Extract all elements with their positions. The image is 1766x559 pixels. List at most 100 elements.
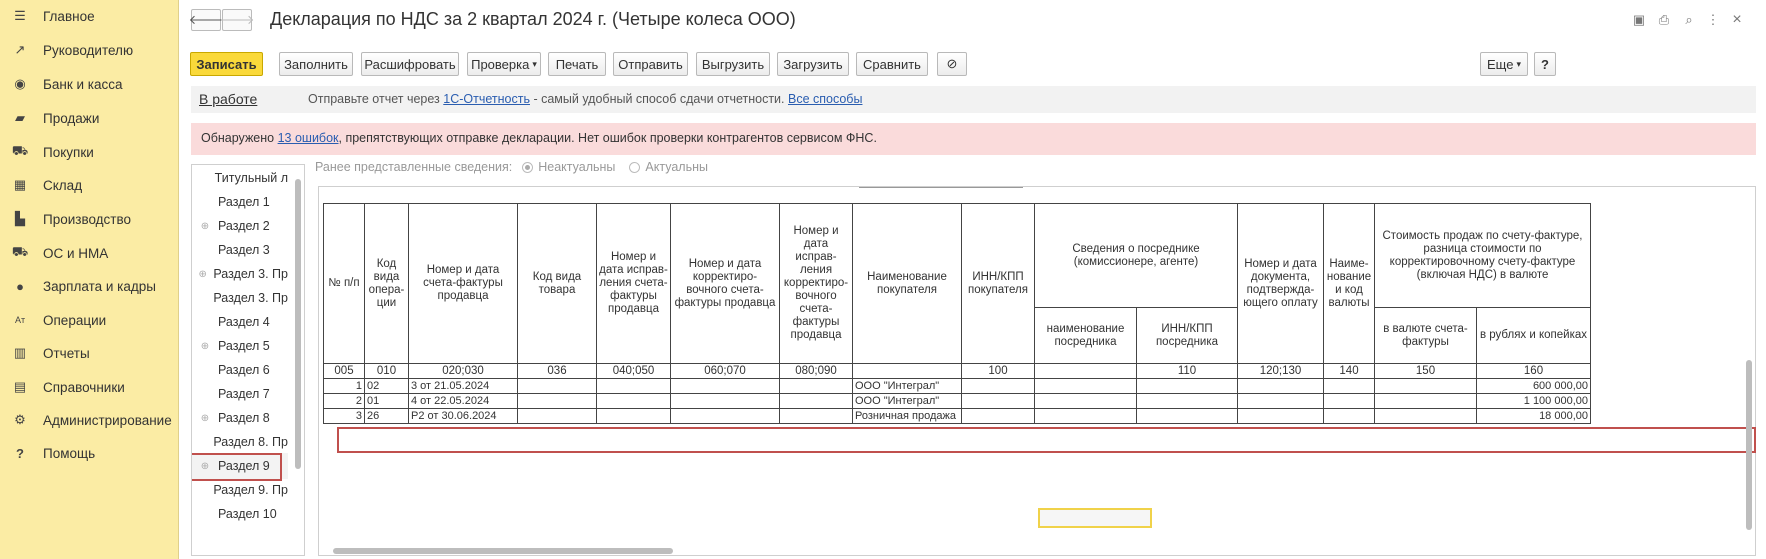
horizontal-scrollbar[interactable] xyxy=(323,547,1747,554)
scroll-thumb[interactable] xyxy=(295,179,301,469)
cell-num[interactable]: 2 xyxy=(323,393,365,409)
section-item[interactable]: Раздел 1 xyxy=(192,189,288,215)
expand-icon[interactable]: ⊕ xyxy=(192,221,218,232)
more-vertical-icon[interactable]: ⋮ xyxy=(1703,10,1723,30)
cell-op[interactable]: 01 xyxy=(364,393,409,409)
sidebar-item-payroll[interactable]: ● Зарплата и кадры xyxy=(0,271,178,301)
cell[interactable] xyxy=(1034,408,1137,424)
cell-rub[interactable]: 1 100 000,00 xyxy=(1476,393,1591,409)
section-item[interactable]: ⊕ Раздел 3. Пр xyxy=(192,261,288,287)
send-button[interactable]: Отправить xyxy=(613,52,688,76)
sidebar-item-manager[interactable]: ↗ Руководителю xyxy=(0,35,178,65)
sections-scrollbar[interactable] xyxy=(294,169,302,551)
scroll-thumb[interactable] xyxy=(1746,360,1752,530)
cell[interactable] xyxy=(670,393,780,409)
sidebar-item-reports[interactable]: ▥ Отчеты xyxy=(0,338,178,368)
cell-buyer[interactable]: ООО "Интеграл" xyxy=(852,378,962,394)
expand-icon[interactable]: ⊕ xyxy=(192,341,218,352)
radio-actual[interactable] xyxy=(629,161,641,173)
cell-invoice[interactable]: Р2 от 30.06.2024 xyxy=(408,408,518,424)
cell-buyer[interactable]: ООО "Интеграл" xyxy=(852,393,962,409)
sidebar-item-sales[interactable]: ▰ Продажи xyxy=(0,103,178,133)
section-item[interactable]: Раздел 7 xyxy=(192,381,288,407)
cell[interactable] xyxy=(1237,393,1324,409)
save-icon[interactable]: ▣ xyxy=(1629,10,1649,30)
cell[interactable] xyxy=(670,378,780,394)
sidebar-item-fixed-assets[interactable]: ⛟ ОС и НМА xyxy=(0,238,178,268)
cell[interactable] xyxy=(1136,393,1238,409)
compare-button[interactable]: Сравнить xyxy=(856,52,928,76)
cell[interactable] xyxy=(961,393,1035,409)
sidebar-item-main[interactable]: ☰ Главное xyxy=(0,1,178,31)
table-row[interactable]: 1 02 3 от 21.05.2024 ООО "Интеграл" 600 … xyxy=(323,378,1591,394)
cell-rub[interactable]: 18 000,00 xyxy=(1476,408,1591,424)
section-item[interactable]: ⊕ Раздел 2 xyxy=(192,213,288,239)
decode-button[interactable]: Расшифровать xyxy=(361,52,459,76)
section-item[interactable]: Раздел 4 xyxy=(192,309,288,335)
1c-reporting-link[interactable]: 1С-Отчетность xyxy=(443,92,530,106)
table-row[interactable]: 3 26 Р2 от 30.06.2024 Розничная продажа … xyxy=(323,408,1591,424)
cell[interactable] xyxy=(1374,408,1477,424)
cell[interactable] xyxy=(961,408,1035,424)
section-item[interactable]: Раздел 8. Пр xyxy=(192,429,288,455)
cell-num[interactable]: 3 xyxy=(323,408,365,424)
section-item[interactable]: Раздел 10 xyxy=(192,501,288,527)
sidebar-item-administration[interactable]: ⚙ Администрирование xyxy=(0,405,178,435)
vertical-scrollbar[interactable] xyxy=(1745,200,1753,540)
section-item[interactable]: ⊕ Раздел 8 xyxy=(192,405,288,431)
section-item[interactable]: Раздел 3 xyxy=(192,237,288,263)
cell-buyer[interactable]: Розничная продажа xyxy=(852,408,962,424)
cell-op[interactable]: 02 xyxy=(364,378,409,394)
export-button[interactable]: Выгрузить xyxy=(696,52,770,76)
cell-op[interactable]: 26 xyxy=(364,408,409,424)
cell[interactable] xyxy=(1237,378,1324,394)
cell[interactable] xyxy=(1237,408,1324,424)
forward-button[interactable]: 🡒 xyxy=(220,9,254,31)
status-link[interactable]: В работе xyxy=(199,91,257,107)
cell[interactable] xyxy=(517,408,597,424)
cell[interactable] xyxy=(1323,393,1375,409)
cell[interactable] xyxy=(779,393,853,409)
sidebar-item-directories[interactable]: ▤ Справочники xyxy=(0,372,178,402)
attach-button[interactable]: ⊘ xyxy=(937,52,967,76)
sidebar-item-bank[interactable]: ◉ Банк и касса xyxy=(0,69,178,99)
cell[interactable] xyxy=(596,408,671,424)
cell[interactable] xyxy=(1034,378,1137,394)
cell-num[interactable]: 1 xyxy=(323,378,365,394)
cell[interactable] xyxy=(779,408,853,424)
import-button[interactable]: Загрузить xyxy=(777,52,849,76)
check-button[interactable]: Проверка ▾ xyxy=(467,52,541,76)
selected-cell-box[interactable] xyxy=(1038,508,1152,528)
help-button[interactable]: ? xyxy=(1534,52,1556,76)
cell[interactable] xyxy=(1323,408,1375,424)
all-methods-link[interactable]: Все способы xyxy=(788,92,862,106)
print-icon[interactable]: ⎙ xyxy=(1654,10,1674,30)
cell-invoice[interactable]: 4 от 22.05.2024 xyxy=(408,393,518,409)
write-button[interactable]: Записать xyxy=(190,52,263,76)
sidebar-item-operations[interactable]: Aт Операции xyxy=(0,305,178,335)
sidebar-item-help[interactable]: ? Помощь xyxy=(0,438,178,468)
cell[interactable] xyxy=(1136,408,1238,424)
cell[interactable] xyxy=(1323,378,1375,394)
print-button[interactable]: Печать xyxy=(548,52,606,76)
cell[interactable] xyxy=(517,393,597,409)
preview-icon[interactable]: ⌕ xyxy=(1679,10,1699,30)
sidebar-item-purchases[interactable]: ⛟ Покупки xyxy=(0,137,178,167)
section-item[interactable]: Раздел 3. Пр xyxy=(192,285,288,311)
cell[interactable] xyxy=(961,378,1035,394)
cell-invoice[interactable]: 3 от 21.05.2024 xyxy=(408,378,518,394)
close-icon[interactable]: × xyxy=(1727,10,1747,30)
sidebar-item-production[interactable]: ▙ Производство xyxy=(0,204,178,234)
table-row[interactable]: 2 01 4 от 22.05.2024 ООО "Интеграл" 1 10… xyxy=(323,393,1591,409)
cell[interactable] xyxy=(1034,393,1137,409)
section-item[interactable]: Раздел 6 xyxy=(192,357,288,383)
sidebar-item-warehouse[interactable]: ▦ Склад xyxy=(0,170,178,200)
back-button[interactable]: 🡐 xyxy=(189,9,223,31)
cell[interactable] xyxy=(670,408,780,424)
expand-icon[interactable]: ⊕ xyxy=(192,269,213,280)
fill-button[interactable]: Заполнить xyxy=(279,52,353,76)
cell[interactable] xyxy=(1374,378,1477,394)
cell[interactable] xyxy=(779,378,853,394)
section-item[interactable]: Титульный л xyxy=(192,165,288,191)
cell[interactable] xyxy=(596,393,671,409)
